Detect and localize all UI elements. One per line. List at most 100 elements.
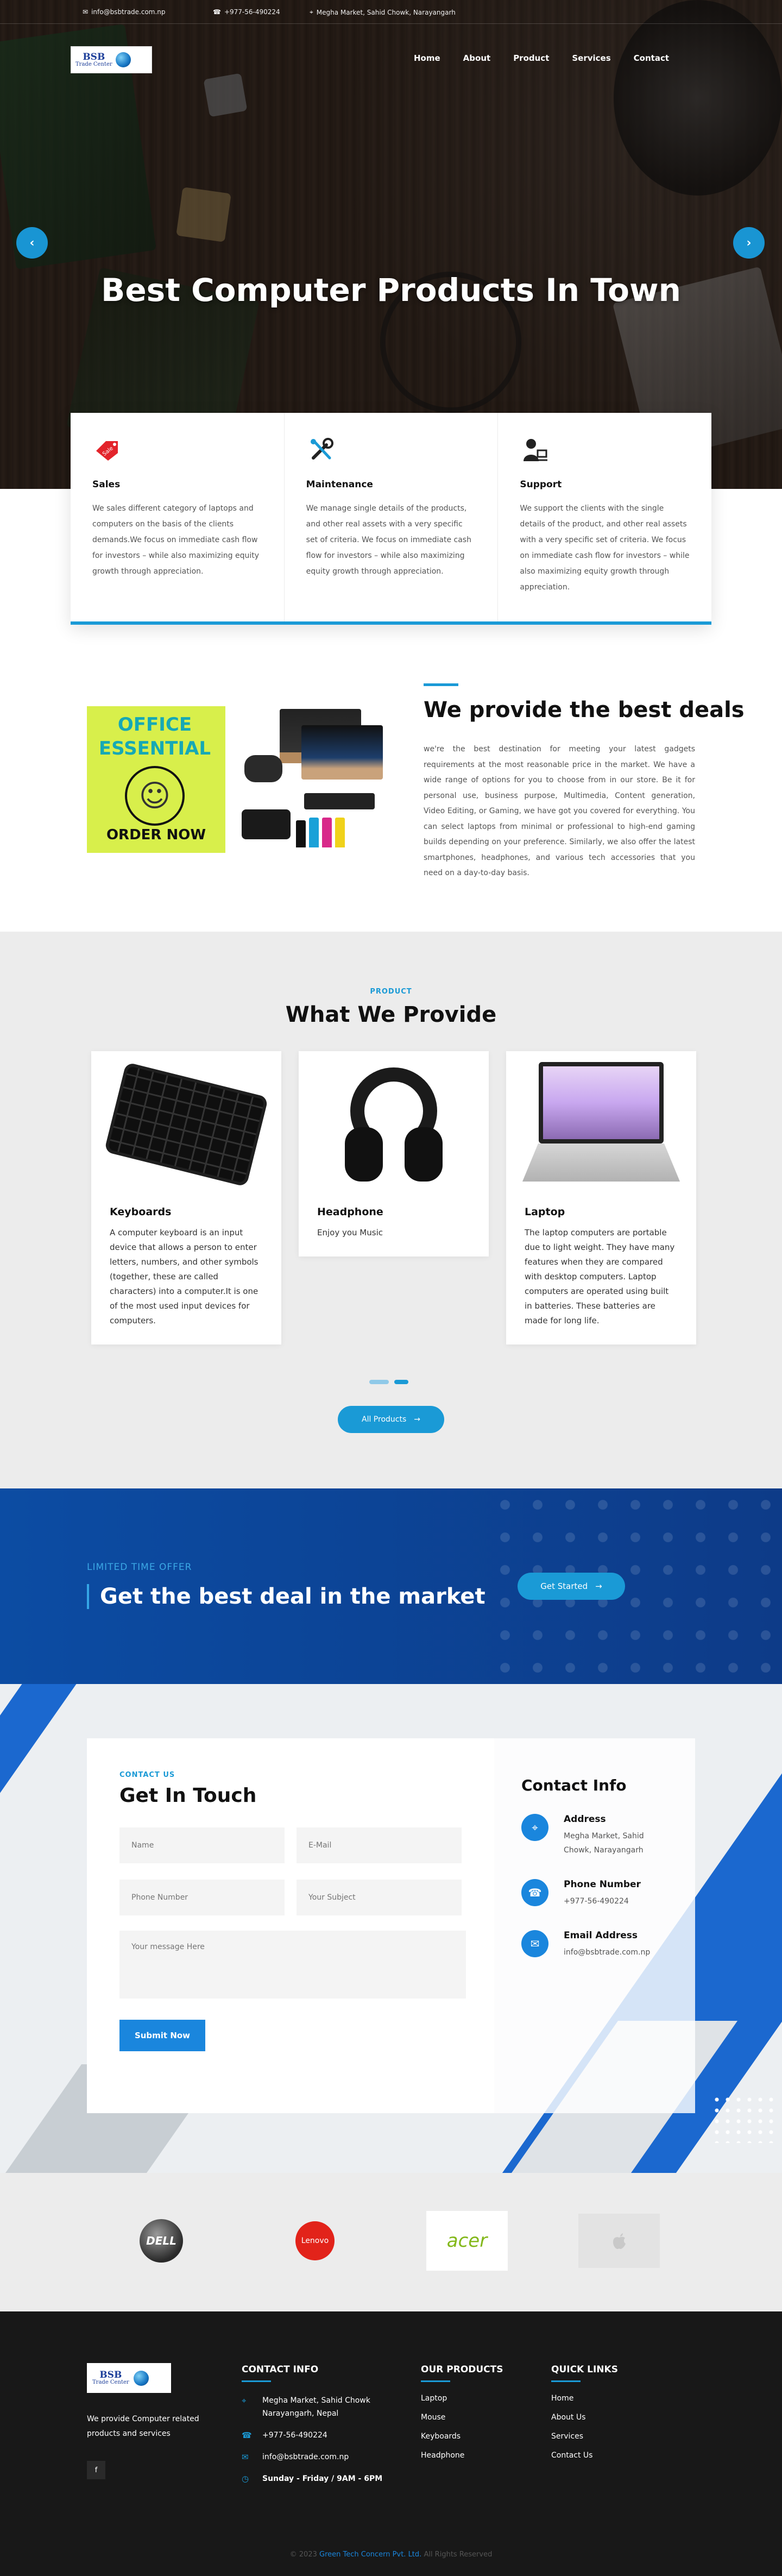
service-title: Support	[520, 479, 562, 490]
products-section: PRODUCT What We Provide Keyboards A comp…	[0, 932, 782, 1488]
carousel-dot[interactable]	[369, 1380, 389, 1384]
globe-icon	[133, 2370, 149, 2386]
message-field[interactable]	[119, 1931, 466, 1999]
footer-contact-line: ☎ +977-56-490224	[242, 2429, 398, 2442]
submit-button[interactable]: Submit Now	[119, 2020, 205, 2051]
office-essential-title: OFFICE ESSENTIAL	[92, 713, 217, 761]
topbar-address-text: Megha Market, Sahid Chowk, Narayangarh	[316, 8, 456, 16]
nav-home[interactable]: Home	[414, 53, 440, 63]
footer-link-headphone[interactable]: Headphone	[421, 2451, 503, 2460]
headphone-image	[339, 1067, 448, 1182]
footer-link-keyboards[interactable]: Keyboards	[421, 2432, 503, 2441]
get-started-label: Get Started	[540, 1581, 588, 1591]
contact-info-label: Email Address	[564, 1930, 638, 1941]
nav-contact[interactable]: Contact	[634, 53, 669, 63]
brands-section: DELL Lenovo acer	[0, 2173, 782, 2311]
name-field[interactable]	[119, 1827, 285, 1863]
brand-dell[interactable]: DELL	[121, 2211, 202, 2271]
service-text: We sales different category of laptops a…	[92, 504, 260, 576]
contact-box: CONTACT US Get In Touch Submit Now Conta…	[87, 1738, 695, 2113]
footer-link-mouse[interactable]: Mouse	[421, 2413, 503, 2422]
projector-image	[242, 809, 291, 839]
brand-apple[interactable]	[578, 2211, 660, 2271]
product-card-keyboards[interactable]: Keyboards A computer keyboard is an inpu…	[91, 1051, 281, 1344]
nav-about[interactable]: About	[463, 53, 491, 63]
carousel-dot-active[interactable]	[394, 1380, 408, 1384]
subject-field[interactable]	[297, 1880, 462, 1915]
contact-form: CONTACT US Get In Touch Submit Now	[87, 1738, 494, 2113]
chevron-right-icon: ›	[746, 236, 752, 250]
footer-logo[interactable]: BSB Trade Center	[87, 2363, 171, 2393]
office-essential-line2: ESSENTIAL	[98, 738, 211, 759]
support-agent-icon	[520, 435, 550, 465]
footer-contact-line: ✉ info@bsbtrade.com.np	[242, 2451, 398, 2464]
products-title: What We Provide	[285, 1002, 497, 1027]
contact-info-value: Megha Market, Sahid Chowk, Narayangarh	[564, 1832, 644, 1855]
logo-text: BSB Trade Center	[75, 51, 112, 67]
nav-services[interactable]: Services	[572, 53, 610, 63]
product-text: The laptop computers are portable due to…	[525, 1228, 675, 1325]
contact-info-address: ⌖ Address Megha Market, Sahid Chowk, Nar…	[521, 1814, 668, 1857]
footer-heading-bar	[421, 2380, 450, 2382]
copyright: © 2023 Green Tech Concern Pvt. Ltd. All …	[0, 2550, 782, 2559]
office-essential-image: OFFICE ESSENTIAL ☺ ORDER NOW	[87, 703, 383, 853]
footer-link-home[interactable]: Home	[551, 2394, 618, 2403]
footer-email[interactable]: info@bsbtrade.com.np	[262, 2451, 349, 2464]
deal-accent-bar	[424, 683, 458, 686]
top-bar: ✉ info@bsbtrade.com.np ☎ +977-56-490224 …	[0, 0, 782, 24]
footer-link-contact[interactable]: Contact Us	[551, 2451, 618, 2460]
service-text: We support the clients with the single d…	[520, 504, 690, 592]
logo-line2: Trade Center	[75, 61, 112, 67]
email-field[interactable]	[297, 1827, 462, 1863]
product-card-laptop[interactable]: Laptop The laptop computers are portable…	[506, 1051, 696, 1344]
deal-title: We provide the best deals	[424, 698, 745, 722]
contact-info-email: ✉ Email Address info@bsbtrade.com.np	[521, 1930, 668, 1959]
copyright-company[interactable]: Green Tech Concern Pvt. Ltd.	[319, 2550, 421, 2559]
carousel-dots	[369, 1380, 408, 1384]
footer-link-about[interactable]: About Us	[551, 2413, 618, 2422]
footer-link-services[interactable]: Services	[551, 2432, 618, 2441]
nav-product[interactable]: Product	[513, 53, 549, 63]
sale-tag-icon: Sale	[92, 435, 123, 465]
facebook-icon[interactable]: f	[87, 2461, 105, 2479]
laptop-image	[522, 1062, 680, 1187]
site-logo[interactable]: BSB Trade Center	[71, 46, 152, 73]
topbar-phone[interactable]: ☎ +977-56-490224	[213, 8, 280, 16]
topbar-address: ⌖ Megha Market, Sahid Chowk, Narayangarh	[310, 8, 456, 16]
product-image	[91, 1051, 281, 1198]
apple-logo	[578, 2214, 660, 2268]
product-card-headphone[interactable]: Headphone Enjoy you Music	[299, 1051, 489, 1256]
phone-field[interactable]	[119, 1880, 285, 1915]
footer-contact-col: CONTACT INFO ⌖ Megha Market, Sahid Chowk…	[242, 2364, 398, 2494]
footer: BSB Trade Center We provide Computer rel…	[0, 2311, 782, 2576]
topbar-email[interactable]: ✉ info@bsbtrade.com.np	[83, 8, 166, 16]
contact-section: CONTACT US Get In Touch Submit Now Conta…	[0, 1684, 782, 2173]
copyright-year: © 2023	[289, 2550, 317, 2559]
footer-link-laptop[interactable]: Laptop	[421, 2394, 503, 2403]
product-text: A computer keyboard is an input device t…	[110, 1228, 258, 1325]
brand-lenovo[interactable]: Lenovo	[274, 2211, 356, 2271]
slider-prev-button[interactable]: ‹	[16, 227, 48, 259]
footer-heading: QUICK LINKS	[551, 2364, 618, 2375]
footer-links-col: QUICK LINKS Home About Us Services Conta…	[551, 2364, 618, 2470]
chevron-left-icon: ‹	[29, 236, 35, 250]
main-nav: Home About Product Services Contact	[414, 53, 692, 63]
contact-info-panel: Contact Info ⌖ Address Megha Market, Sah…	[494, 1738, 695, 2113]
webcam-image	[244, 755, 282, 782]
all-products-button[interactable]: All Products →	[338, 1406, 444, 1433]
services-card: Sale Sales We sales different category o…	[71, 413, 711, 625]
keyboard-image	[304, 793, 375, 809]
footer-phone[interactable]: +977-56-490224	[262, 2429, 327, 2442]
product-text: Enjoy you Music	[317, 1228, 383, 1237]
acer-logo: acer	[426, 2211, 508, 2271]
location-pin-icon: ⌖	[521, 1814, 548, 1841]
products-eyebrow: PRODUCT	[370, 988, 412, 996]
contact-info-value[interactable]: info@bsbtrade.com.np	[564, 1945, 650, 1959]
contact-title: Get In Touch	[119, 1785, 257, 1807]
brand-acer[interactable]: acer	[426, 2211, 508, 2271]
logo-line1: BSB	[83, 51, 105, 62]
offer-banner: LIMITED TIME OFFER Get the best deal in …	[0, 1488, 782, 1684]
slider-next-button[interactable]: ›	[733, 227, 765, 259]
contact-info-value[interactable]: +977-56-490224	[564, 1894, 641, 1908]
get-started-button[interactable]: Get Started →	[518, 1573, 625, 1600]
